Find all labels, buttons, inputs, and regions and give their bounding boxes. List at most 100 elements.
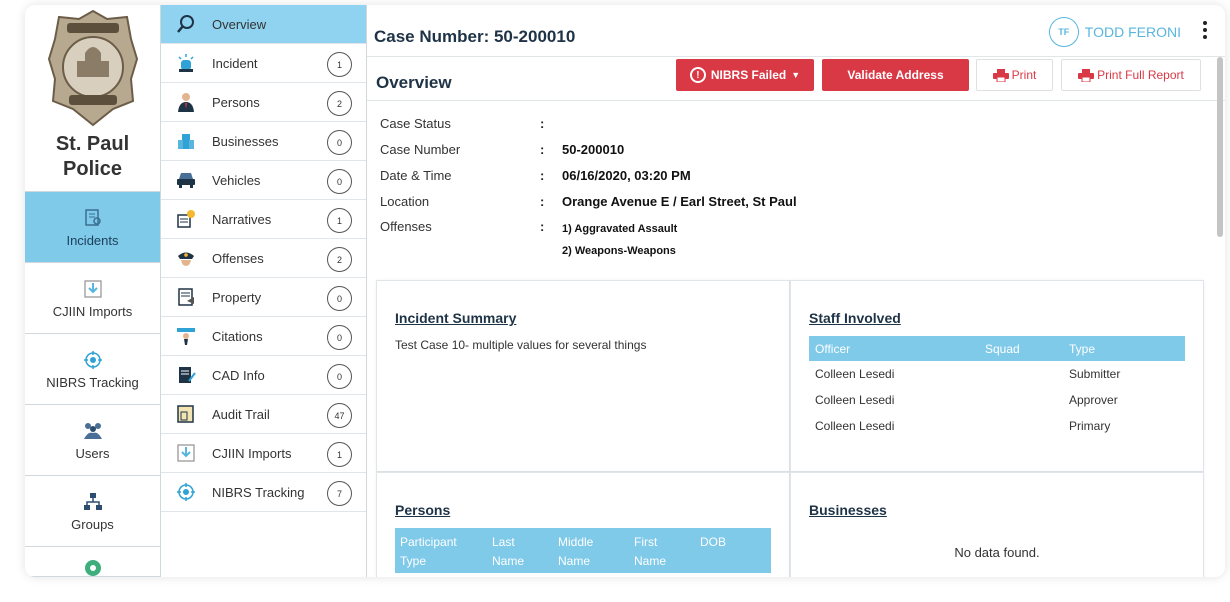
detail-colon: : bbox=[540, 115, 545, 131]
print-full-report-label: Print Full Report bbox=[1097, 68, 1184, 82]
rail-item-more[interactable] bbox=[25, 547, 160, 577]
subnav-item-overview[interactable]: Overview bbox=[161, 5, 366, 44]
rail-item-users[interactable]: Users bbox=[25, 405, 160, 476]
detail-row-case-number: Case Number : 50-200010 bbox=[380, 136, 797, 162]
person-icon bbox=[175, 91, 197, 113]
count-badge: 1 bbox=[327, 208, 352, 233]
rail-item-nibrs-tracking[interactable]: NIBRS Tracking bbox=[25, 334, 160, 405]
avatar: TF bbox=[1048, 17, 1079, 47]
subnav-label: Businesses bbox=[212, 133, 279, 149]
subnav-item-citations[interactable]: Citations 0 bbox=[161, 317, 366, 356]
alert-icon: ! bbox=[689, 67, 706, 83]
detail-colon: : bbox=[540, 219, 545, 234]
incident-summary-panel: Incident Summary Test Case 10- multiple … bbox=[376, 280, 790, 472]
subnav-item-cjiin-imports[interactable]: CJIIN Imports 1 bbox=[161, 434, 366, 473]
rail-label-incidents: Incidents bbox=[66, 232, 119, 248]
police-badge-logo bbox=[47, 9, 138, 127]
type-cell: Primary bbox=[1069, 419, 1111, 433]
rail-item-groups[interactable]: Groups bbox=[25, 476, 160, 547]
detail-colon: : bbox=[540, 167, 545, 183]
narrative-icon bbox=[175, 208, 197, 230]
tracking-icon bbox=[82, 349, 104, 371]
more-options-icon[interactable] bbox=[1203, 21, 1209, 42]
subnav-item-incident[interactable]: Incident 1 bbox=[161, 44, 366, 83]
column-header-participant-type: Participant Type bbox=[400, 535, 457, 568]
subnav-item-narratives[interactable]: Narratives 1 bbox=[161, 200, 366, 239]
scrollbar[interactable] bbox=[1217, 57, 1223, 237]
user-menu[interactable]: TF TODD FERONI bbox=[1048, 17, 1181, 47]
offense-item: 1) Aggravated Assault bbox=[562, 223, 678, 235]
cad-icon bbox=[175, 364, 197, 386]
detail-label: Date & Time bbox=[380, 167, 452, 183]
column-header-officer: Officer bbox=[815, 341, 851, 356]
officer-cell: Colleen Lesedi bbox=[815, 367, 895, 381]
printer-icon bbox=[992, 68, 1009, 82]
primary-sidebar: St. Paul Police Incidents CJIIN Imports … bbox=[25, 5, 161, 577]
column-header-type: Type bbox=[1069, 341, 1096, 356]
subnav-item-cad-info[interactable]: CAD Info 0 bbox=[161, 356, 366, 395]
logo-area: St. Paul Police bbox=[25, 5, 160, 192]
subnav-label: CJIIN Imports bbox=[212, 445, 292, 461]
count-badge: 0 bbox=[327, 130, 352, 155]
detail-colon: : bbox=[540, 193, 545, 209]
detail-row-offenses: Offenses : 1) Aggravated Assault 2) Weap… bbox=[380, 214, 797, 257]
subnav-label: Incident bbox=[212, 55, 258, 71]
audit-icon bbox=[175, 403, 197, 425]
offense-list: 1) Aggravated Assault 2) Weapons-Weapons bbox=[562, 219, 677, 257]
panel-title: Staff Involved bbox=[809, 310, 901, 326]
import-icon bbox=[175, 442, 197, 464]
count-badge: 0 bbox=[327, 286, 352, 311]
subnav-item-businesses[interactable]: Businesses 0 bbox=[161, 122, 366, 161]
subnav-label: Audit Trail bbox=[212, 406, 270, 422]
print-full-report-button[interactable]: Print Full Report bbox=[1061, 59, 1201, 91]
caret-down-icon: ▼ bbox=[791, 70, 801, 80]
count-badge: 0 bbox=[327, 169, 352, 194]
section-title: Overview bbox=[376, 73, 452, 92]
persons-panel: Persons Participant Type Last Name Middl… bbox=[376, 472, 790, 577]
rail-label-groups: Groups bbox=[71, 516, 114, 532]
subnav-item-persons[interactable]: Persons 2 bbox=[161, 83, 366, 122]
siren-icon bbox=[175, 52, 197, 74]
settings-icon bbox=[82, 559, 104, 577]
rail-label-cjiin-imports: CJIIN Imports bbox=[52, 303, 133, 319]
count-badge: 1 bbox=[327, 442, 352, 467]
subnav-label: CAD Info bbox=[212, 367, 265, 383]
nibrs-failed-label: NIBRS Failed bbox=[710, 68, 787, 82]
print-label: Print bbox=[1011, 68, 1037, 82]
incident-summary-text: Test Case 10- multiple values for severa… bbox=[395, 338, 647, 352]
detail-value: 50-200010 bbox=[562, 141, 625, 157]
brand-line-1: St. Paul bbox=[55, 133, 130, 155]
users-icon bbox=[82, 420, 104, 442]
count-badge: 2 bbox=[327, 247, 352, 272]
table-row: Colleen Lesedi Approver bbox=[809, 387, 1185, 413]
user-name: TODD FERONI bbox=[1084, 24, 1181, 40]
top-bar: Case Number: 50-200010 TF TODD FERONI bbox=[367, 5, 1225, 57]
rail-item-cjiin-imports[interactable]: CJIIN Imports bbox=[25, 263, 160, 334]
case-details: Case Status : Case Number : 50-200010 Da… bbox=[380, 110, 797, 258]
detail-label: Case Number bbox=[380, 141, 461, 157]
column-header-middle-name: Middle Name bbox=[558, 535, 594, 568]
column-header-squad: Squad bbox=[985, 341, 1020, 356]
nibrs-failed-button[interactable]: ! NIBRS Failed ▼ bbox=[676, 59, 814, 91]
detail-row-status: Case Status : bbox=[380, 110, 797, 136]
search-icon bbox=[175, 13, 197, 35]
staff-table-header: Officer Squad Type bbox=[809, 336, 1185, 361]
subnav-label: Narratives bbox=[212, 211, 272, 227]
detail-value: Orange Avenue E / Earl Street, St Paul bbox=[562, 193, 797, 209]
subnav-item-offenses[interactable]: Offenses 2 bbox=[161, 239, 366, 278]
rail-item-incidents[interactable]: Incidents bbox=[25, 192, 160, 263]
import-icon bbox=[82, 278, 104, 300]
case-subnav: Overview Incident 1 Persons 2 Businesses… bbox=[161, 5, 367, 577]
column-header-last-name: Last Name bbox=[492, 535, 525, 568]
subnav-label: Vehicles bbox=[212, 172, 261, 188]
rail-label-users: Users bbox=[75, 445, 110, 461]
subnav-item-vehicles[interactable]: Vehicles 0 bbox=[161, 161, 366, 200]
subnav-item-nibrs-tracking[interactable]: NIBRS Tracking 7 bbox=[161, 473, 366, 512]
detail-label: Location bbox=[380, 193, 430, 209]
print-button[interactable]: Print bbox=[976, 59, 1053, 91]
column-header-dob: DOB bbox=[700, 535, 727, 549]
officer-cell: Colleen Lesedi bbox=[815, 393, 895, 407]
validate-address-button[interactable]: Validate Address bbox=[822, 59, 969, 91]
subnav-item-audit-trail[interactable]: Audit Trail 47 bbox=[161, 395, 366, 434]
subnav-item-property[interactable]: Property 0 bbox=[161, 278, 366, 317]
